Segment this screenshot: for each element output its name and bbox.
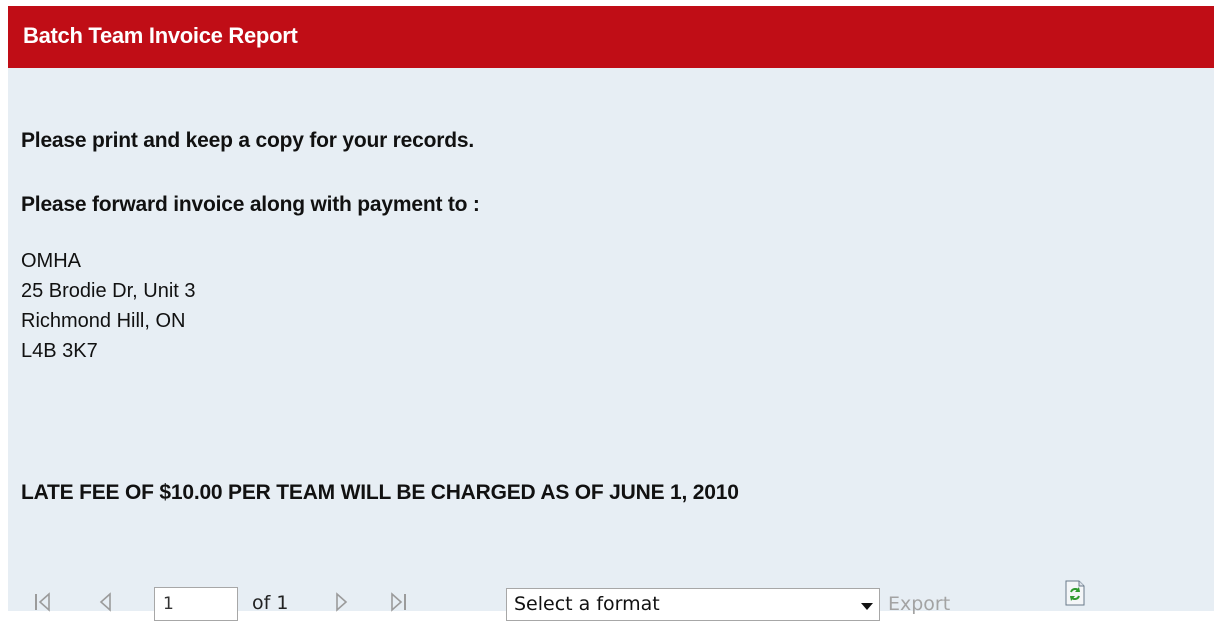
last-page-button[interactable] — [388, 589, 410, 623]
forward-instruction: Please forward invoice along with paymen… — [21, 193, 480, 216]
export-format-selected: Select a format — [514, 593, 660, 615]
first-page-icon — [35, 592, 50, 612]
address-line-postal: L4B 3K7 — [21, 340, 98, 362]
next-page-icon — [336, 592, 348, 612]
page-number-input[interactable] — [154, 587, 238, 621]
next-page-button[interactable] — [332, 589, 352, 623]
refresh-button[interactable] — [1064, 580, 1086, 606]
late-fee-notice: LATE FEE OF $10.00 PER TEAM WILL BE CHAR… — [21, 481, 739, 504]
refresh-icon — [1065, 580, 1085, 606]
mailing-address: OMHA 25 Brodie Dr, Unit 3 Richmond Hill,… — [21, 246, 196, 366]
print-instruction: Please print and keep a copy for your re… — [21, 129, 474, 152]
export-format-select[interactable]: Select a format — [506, 588, 880, 621]
address-line-city: Richmond Hill, ON — [21, 310, 186, 332]
export-button[interactable]: Export — [888, 593, 950, 615]
report-viewer: Batch Team Invoice Report Please print a… — [8, 6, 1214, 621]
first-page-button[interactable] — [31, 589, 53, 623]
previous-page-button[interactable] — [96, 589, 116, 623]
address-line-street: 25 Brodie Dr, Unit 3 — [21, 280, 196, 302]
page-title: Batch Team Invoice Report — [23, 23, 298, 48]
previous-page-icon — [99, 592, 111, 612]
report-toolbar: of 1 Select a format Export — [8, 541, 1214, 621]
chevron-down-icon — [861, 603, 873, 610]
last-page-icon — [391, 592, 406, 612]
report-header: Batch Team Invoice Report — [8, 6, 1214, 68]
address-line-org: OMHA — [21, 250, 81, 272]
